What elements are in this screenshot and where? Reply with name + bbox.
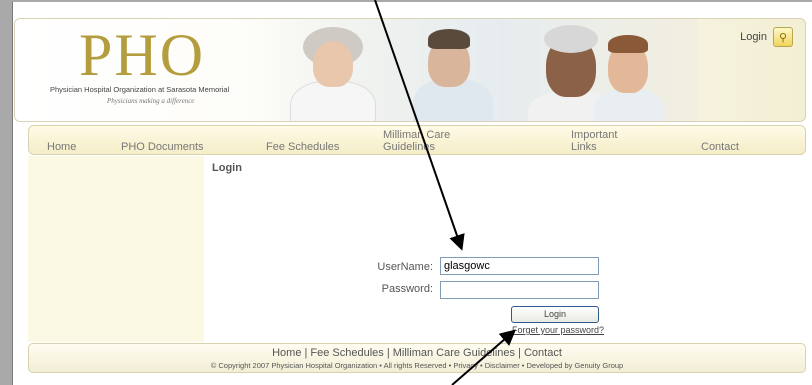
- username-field[interactable]: [440, 257, 599, 275]
- main-nav: Home PHO Documents Fee Schedules Millima…: [28, 125, 806, 155]
- key-icon[interactable]: ⚲: [773, 27, 793, 47]
- pho-logo[interactable]: PHO: [79, 21, 205, 90]
- photo-person-body: [594, 89, 664, 121]
- logo-tagline: Physicians making a difference: [107, 97, 195, 105]
- page-title: Login: [212, 162, 242, 174]
- login-button[interactable]: Login: [511, 306, 599, 323]
- forgot-password-link[interactable]: Forget your password?: [512, 325, 604, 335]
- photo-person-body: [290, 81, 376, 121]
- header-login[interactable]: Login ⚲: [740, 27, 793, 47]
- logo-org-name: Physician Hospital Organization at Saras…: [50, 85, 230, 94]
- footer-links[interactable]: Home | Fee Schedules | Milliman Care Gui…: [29, 347, 805, 359]
- nav-item-contact[interactable]: Contact: [701, 141, 739, 153]
- header-login-label[interactable]: Login: [740, 31, 767, 43]
- nav-item-pho-documents[interactable]: PHO Documents: [121, 141, 204, 153]
- footer: Home | Fee Schedules | Milliman Care Gui…: [28, 343, 806, 373]
- photo-person-hair: [544, 25, 598, 53]
- header-banner: PHO Physician Hospital Organization at S…: [14, 18, 806, 122]
- nav-item-milliman-care-guidelines[interactable]: Milliman Care Guidelines: [383, 129, 483, 153]
- password-label: Password:: [381, 283, 433, 295]
- photo-person-hair: [608, 35, 648, 53]
- nav-item-home[interactable]: Home: [47, 141, 76, 153]
- nav-item-fee-schedules[interactable]: Fee Schedules: [266, 141, 339, 153]
- photo-person-hair: [428, 29, 470, 49]
- footer-copyright: © Copyright 2007 Physician Hospital Orga…: [210, 361, 624, 370]
- password-field[interactable]: [440, 281, 599, 299]
- header-photo: [248, 19, 698, 121]
- nav-item-important-links[interactable]: Important Links: [571, 129, 631, 153]
- username-label: UserName:: [377, 261, 433, 273]
- photo-person-face: [313, 41, 353, 87]
- left-sidebar: [28, 156, 204, 342]
